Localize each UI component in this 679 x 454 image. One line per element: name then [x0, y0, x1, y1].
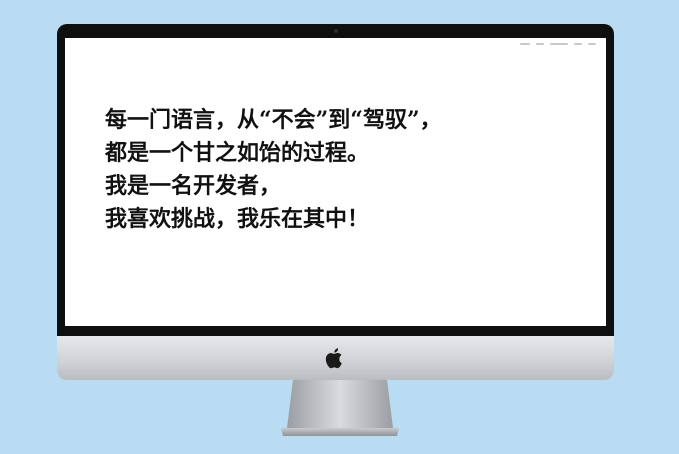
monitor-screen: 每一门语言，从“不会”到“驾驭”， 都是一个甘之如饴的过程。 我是一名开发者， …: [65, 38, 606, 326]
apple-logo-icon: [325, 348, 342, 369]
message-line-3: 我是一名开发者，: [105, 173, 282, 199]
monitor-stand: [281, 380, 399, 436]
message-line-4: 我喜欢挑战，我乐在其中！: [105, 206, 370, 232]
menu-bar: [520, 40, 596, 48]
screen-message: 每一门语言，从“不会”到“驾驭”， 都是一个甘之如饴的过程。 我是一名开发者， …: [105, 104, 442, 236]
message-line-1: 每一门语言，从“不会”到“驾驭”，: [105, 107, 442, 133]
monitor-scene: 每一门语言，从“不会”到“驾驭”， 都是一个甘之如饴的过程。 我是一名开发者， …: [0, 0, 679, 454]
monitor-chin: [57, 336, 614, 380]
message-line-2: 都是一个甘之如饴的过程。: [105, 140, 370, 166]
monitor-bezel: 每一门语言，从“不会”到“驾驭”， 都是一个甘之如饴的过程。 我是一名开发者， …: [57, 24, 614, 336]
camera-icon: [334, 29, 338, 33]
